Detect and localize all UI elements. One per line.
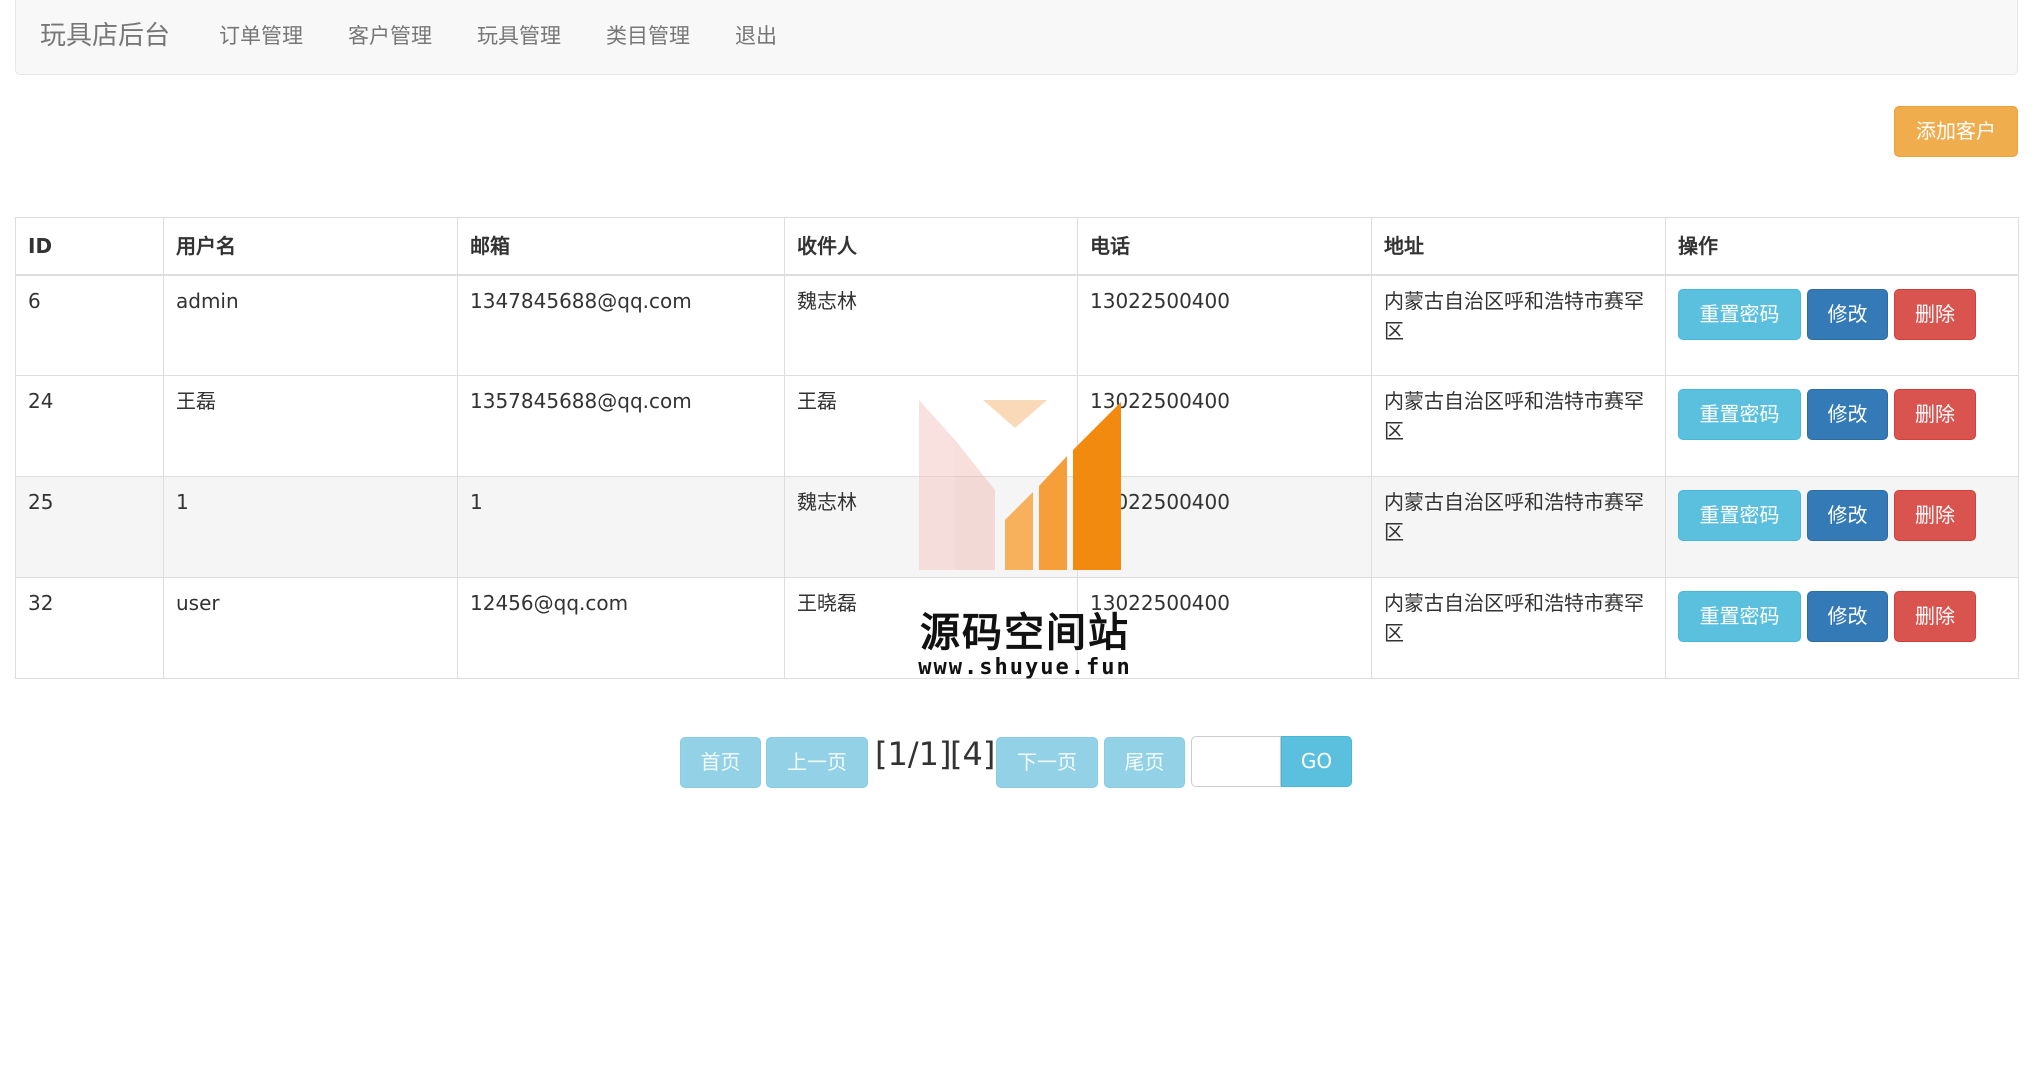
cell-id: 24 [15, 375, 164, 477]
cell-address: 内蒙古自治区呼和浩特市赛罕区 [1371, 577, 1666, 679]
cell-username: 1 [163, 476, 458, 578]
cell-username: 王磊 [163, 375, 458, 477]
cell-id: 6 [15, 274, 164, 376]
delete-button[interactable]: 删除 [1894, 490, 1976, 541]
header-email: 邮箱 [457, 217, 785, 276]
table-row: 24 王磊 1357845688@qq.com 王磊 13022500400 内… [15, 375, 2019, 477]
cell-actions: 重置密码 修改 删除 [1665, 375, 2019, 477]
nav-link-toys[interactable]: 玩具管理 [477, 21, 561, 51]
edit-button[interactable]: 修改 [1807, 389, 1888, 440]
reset-password-button[interactable]: 重置密码 [1678, 490, 1801, 541]
customer-table: ID 用户名 邮箱 收件人 电话 地址 操作 6 admin 134784568… [15, 217, 2019, 679]
cell-actions: 重置密码 修改 删除 [1665, 577, 2019, 679]
cell-phone: 13022500400 [1077, 375, 1372, 477]
nav-link-categories[interactable]: 类目管理 [606, 21, 690, 51]
nav-link-logout[interactable]: 退出 [735, 21, 777, 51]
go-button[interactable]: GO [1281, 736, 1352, 787]
edit-button[interactable]: 修改 [1807, 591, 1888, 642]
cell-address: 内蒙古自治区呼和浩特市赛罕区 [1371, 476, 1666, 578]
cell-recipient: 魏志林 [784, 274, 1078, 376]
edit-button[interactable]: 修改 [1807, 288, 1888, 340]
first-page-button[interactable]: 首页 [680, 737, 761, 788]
last-page-button[interactable]: 尾页 [1104, 737, 1185, 788]
navbar-brand[interactable]: 玩具店后台 [40, 19, 170, 53]
next-page-button[interactable]: 下一页 [996, 737, 1098, 788]
header-phone: 电话 [1077, 217, 1372, 276]
cell-email: 1347845688@qq.com [457, 274, 785, 376]
table-header-row: ID 用户名 邮箱 收件人 电话 地址 操作 [15, 217, 2019, 276]
cell-email: 1357845688@qq.com [457, 375, 785, 477]
reset-password-button[interactable]: 重置密码 [1678, 591, 1801, 642]
cell-username: user [163, 577, 458, 679]
page-number-input[interactable] [1191, 736, 1281, 787]
cell-id: 25 [15, 476, 164, 578]
top-navbar: 玩具店后台 订单管理 客户管理 玩具管理 类目管理 退出 [15, 0, 2018, 75]
reset-password-button[interactable]: 重置密码 [1678, 288, 1801, 340]
delete-button[interactable]: 删除 [1894, 389, 1976, 440]
cell-recipient: 魏志林 [784, 476, 1078, 578]
prev-page-button[interactable]: 上一页 [766, 737, 868, 788]
cell-actions: 重置密码 修改 删除 [1665, 274, 2019, 376]
total-indicator: [4] [950, 735, 996, 773]
page-indicator: [1/1] [875, 735, 952, 773]
cell-recipient: 王磊 [784, 375, 1078, 477]
nav-link-orders[interactable]: 订单管理 [219, 21, 303, 51]
header-id: ID [15, 217, 164, 276]
header-address: 地址 [1371, 217, 1666, 276]
cell-address: 内蒙古自治区呼和浩特市赛罕区 [1371, 274, 1666, 376]
cell-username: admin [163, 274, 458, 376]
cell-id: 32 [15, 577, 164, 679]
cell-email: 1 [457, 476, 785, 578]
add-customer-button[interactable]: 添加客户 [1894, 106, 2018, 157]
delete-button[interactable]: 删除 [1894, 591, 1976, 642]
header-actions: 操作 [1665, 217, 2019, 276]
cell-phone: 13022500400 [1077, 577, 1372, 679]
header-recipient: 收件人 [784, 217, 1078, 276]
table-row: 32 user 12456@qq.com 王晓磊 13022500400 内蒙古… [15, 577, 2019, 679]
table-row: 6 admin 1347845688@qq.com 魏志林 1302250040… [15, 274, 2019, 376]
delete-button[interactable]: 删除 [1894, 288, 1976, 340]
cell-address: 内蒙古自治区呼和浩特市赛罕区 [1371, 375, 1666, 477]
cell-phone: 13022500400 [1077, 476, 1372, 578]
cell-email: 12456@qq.com [457, 577, 785, 679]
nav-link-customers[interactable]: 客户管理 [348, 21, 432, 51]
table-row: 25 1 1 魏志林 13022500400 内蒙古自治区呼和浩特市赛罕区 重置… [15, 476, 2019, 578]
cell-actions: 重置密码 修改 删除 [1665, 476, 2019, 578]
cell-recipient: 王晓磊 [784, 577, 1078, 679]
reset-password-button[interactable]: 重置密码 [1678, 389, 1801, 440]
cell-phone: 13022500400 [1077, 274, 1372, 376]
header-username: 用户名 [163, 217, 458, 276]
edit-button[interactable]: 修改 [1807, 490, 1888, 541]
